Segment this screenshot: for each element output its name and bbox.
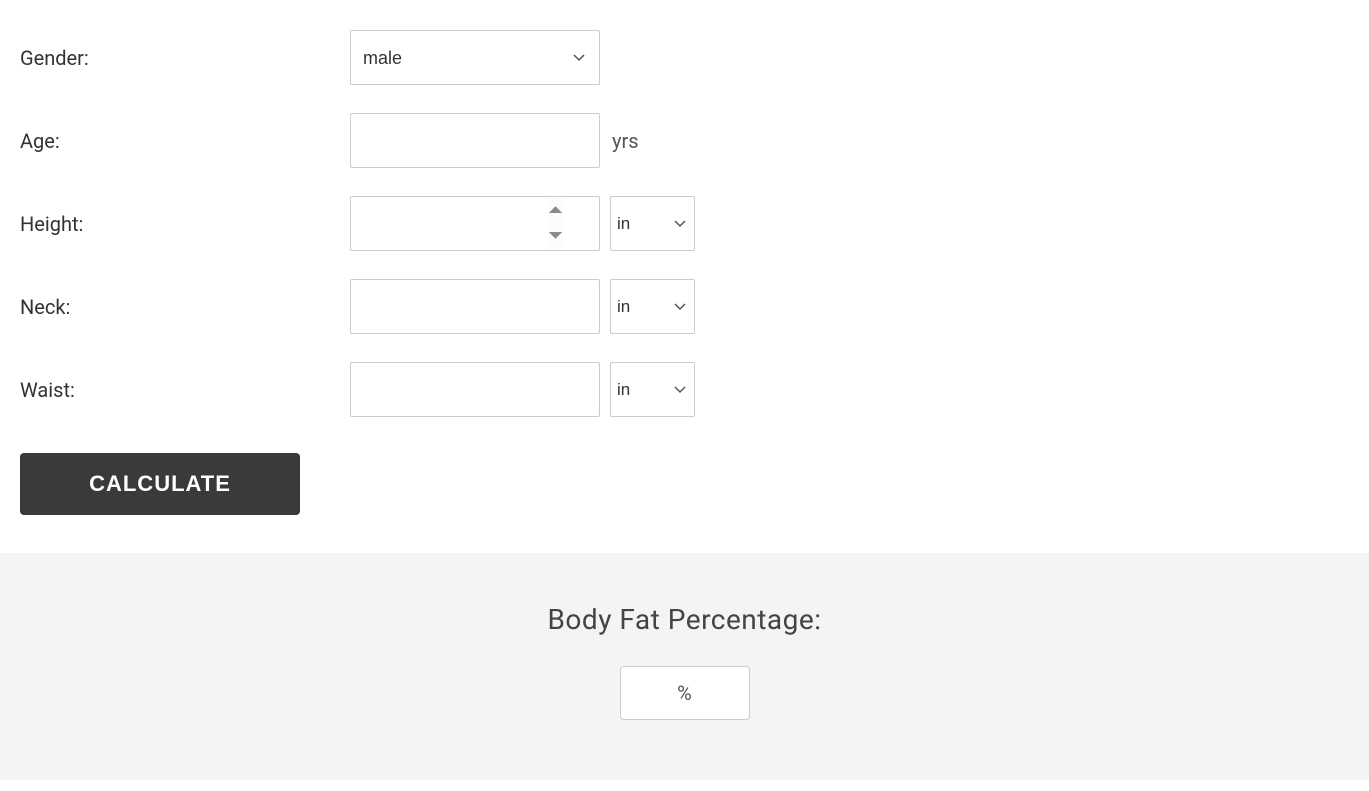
age-input[interactable] [350,113,600,168]
calculate-button[interactable]: CALCULATE [20,453,300,515]
age-label: Age: [20,129,350,153]
neck-input[interactable] [350,279,600,334]
gender-label: Gender: [20,46,350,70]
waist-row: Waist: in cm [20,362,1349,417]
neck-row: Neck: in cm [20,279,1349,334]
result-display: % [620,666,750,720]
height-unit-select[interactable]: in cm [610,196,695,251]
age-unit-label: yrs [612,129,639,153]
waist-label: Waist: [20,378,350,402]
calculator-form: Gender: male female Age: yrs Height: in … [0,0,1369,543]
height-row: Height: in cm [20,196,1349,251]
waist-unit-select[interactable]: in cm [610,362,695,417]
age-row: Age: yrs [20,113,1349,168]
gender-select[interactable]: male female [350,30,600,85]
height-input[interactable] [350,196,600,251]
gender-row: Gender: male female [20,30,1349,85]
waist-input[interactable] [350,362,600,417]
neck-unit-select[interactable]: in cm [610,279,695,334]
neck-label: Neck: [20,295,350,319]
result-section: Body Fat Percentage: % [0,553,1369,780]
height-label: Height: [20,212,350,236]
height-input-wrapper [350,196,600,251]
result-title: Body Fat Percentage: [20,603,1349,636]
